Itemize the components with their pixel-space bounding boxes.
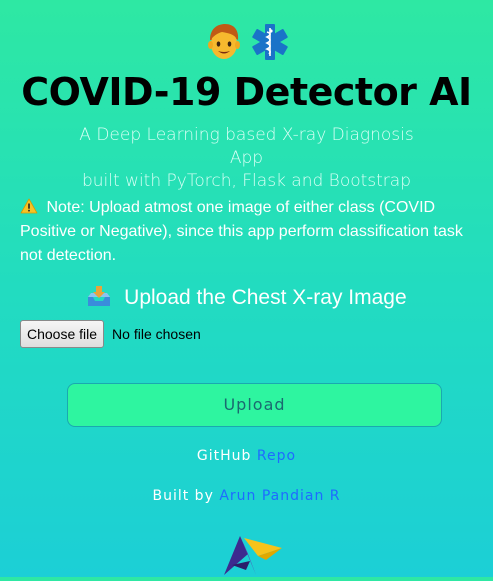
subtitle-line-2: built with PyTorch, Flask and Bootstrap	[81, 171, 412, 191]
author-link[interactable]: Arun Pandian R	[219, 488, 340, 504]
page-subtitle: A Deep Learning based X-ray Diagnosis Ap…	[60, 124, 433, 193]
boy-face-icon	[204, 22, 250, 62]
inbox-tray-icon	[86, 286, 124, 309]
medical-caduceus-icon	[250, 22, 290, 62]
note-text-block: Note: Upload atmost one image of either …	[20, 196, 482, 268]
page-title: COVID-19 Detector AI	[21, 70, 472, 114]
upload-button[interactable]: Upload	[67, 383, 442, 427]
github-repo-link[interactable]: Repo	[257, 448, 296, 464]
built-by-line: Built by Arun Pandian R	[0, 488, 493, 504]
built-by-label: Built by	[152, 488, 214, 504]
note-text: Note: Upload atmost one image of either …	[20, 199, 463, 264]
upload-heading-text: Upload the Chest X-ray Image	[124, 286, 407, 309]
header-emoji-row	[0, 22, 493, 62]
warning-icon	[20, 198, 46, 216]
upload-heading: Upload the Chest X-ray Image	[0, 284, 493, 312]
github-line: GitHub Repo	[0, 448, 493, 464]
github-label: GitHub	[196, 448, 252, 464]
subtitle-line-1: A Deep Learning based X-ray Diagnosis Ap…	[79, 125, 414, 168]
file-status-text: No file chosen	[112, 326, 201, 342]
file-input: Choose file No file chosen	[20, 320, 201, 348]
choose-file-button[interactable]: Choose file	[20, 320, 105, 348]
ap-logo-icon[interactable]	[222, 530, 286, 577]
